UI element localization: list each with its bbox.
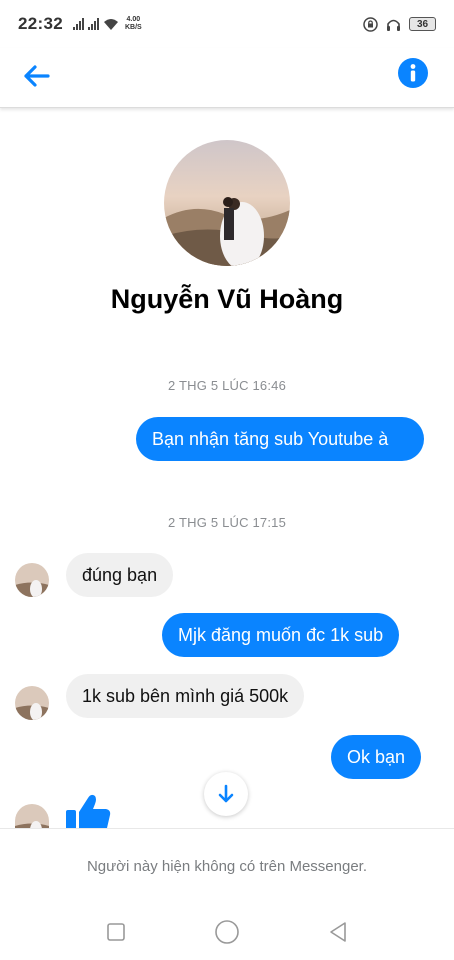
net-speed: 4.00 KB/S xyxy=(125,16,142,32)
contact-avatar-photo xyxy=(15,804,49,828)
message-bubble-outgoing[interactable]: Bạn nhận tăng sub Youtube à xyxy=(136,417,424,461)
back-triangle-icon xyxy=(330,922,347,942)
status-time: 22:32 xyxy=(18,14,63,33)
net-speed-unit: KB/S xyxy=(124,24,142,31)
profile-avatar[interactable] xyxy=(164,140,290,266)
recent-apps-button[interactable] xyxy=(101,917,131,947)
scroll-to-bottom-button[interactable] xyxy=(204,772,248,816)
contact-avatar-photo xyxy=(15,686,49,720)
home-icon xyxy=(215,920,239,944)
lock-rotation-icon xyxy=(363,16,378,32)
system-back-button[interactable] xyxy=(323,917,353,947)
info-icon xyxy=(410,64,416,82)
info-button[interactable] xyxy=(398,58,428,88)
unavailable-notice: Người này hiện không có trên Messenger. xyxy=(86,858,368,875)
headphones-icon xyxy=(387,19,400,31)
back-button[interactable] xyxy=(18,58,54,94)
wifi-icon xyxy=(103,18,118,30)
timestamp: 2 THG 5 LÚC 17:15 xyxy=(167,515,287,530)
avatar[interactable] xyxy=(15,686,49,720)
profile-photo xyxy=(164,140,290,266)
unavailable-footer: Người này hiện không có trên Messenger. xyxy=(0,828,454,904)
thumbs-up-icon[interactable] xyxy=(64,792,112,832)
battery-indicator: 36 xyxy=(409,17,436,31)
avatar[interactable] xyxy=(15,804,49,828)
status-left-icons: 4.00 KB/S xyxy=(72,16,142,32)
message-bubble-outgoing[interactable]: Ok bạn xyxy=(331,735,422,779)
message-bubble-outgoing[interactable]: Mjk đăng muốn đc 1k sub xyxy=(162,613,400,657)
arrow-down-icon xyxy=(218,784,234,803)
app-bar xyxy=(0,48,454,108)
profile-name: Nguyễn Vũ Hoàng xyxy=(110,284,344,314)
signal-icon-2 xyxy=(87,18,99,30)
status-right-icons: 36 xyxy=(363,16,436,32)
message-bubble-incoming[interactable]: đúng bạn xyxy=(66,553,174,597)
timestamp: 2 THG 5 LÚC 16:46 xyxy=(167,378,287,393)
signal-icon xyxy=(72,18,84,30)
net-speed-value: 4.00 xyxy=(126,16,141,23)
message-bubble-incoming[interactable]: 1k sub bên mình giá 500k xyxy=(66,674,305,718)
system-nav-bar xyxy=(0,904,454,960)
avatar[interactable] xyxy=(15,563,49,597)
home-button[interactable] xyxy=(212,917,242,947)
recent-apps-icon xyxy=(106,923,125,941)
arrow-left-icon xyxy=(24,65,50,87)
contact-avatar-photo xyxy=(15,563,49,597)
status-bar: 22:32 4.00 KB/S 36 xyxy=(0,0,454,48)
